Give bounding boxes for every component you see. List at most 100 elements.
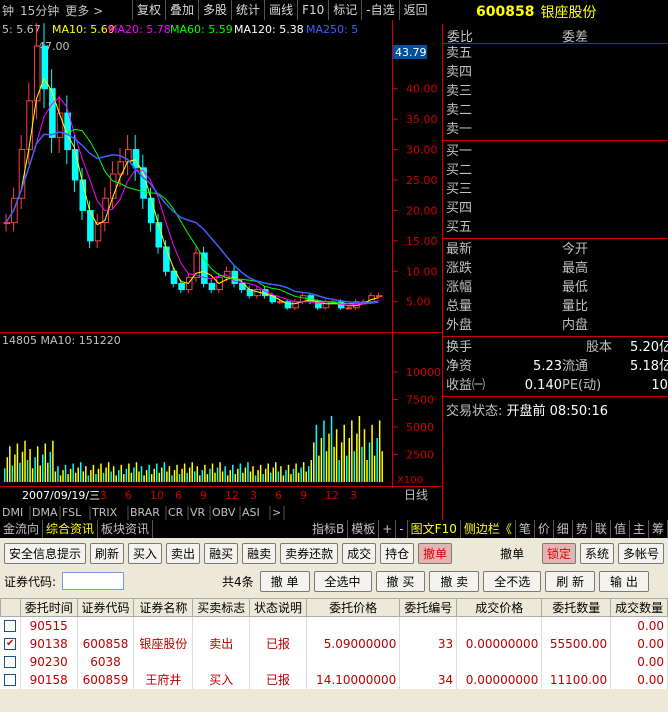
- action-button[interactable]: 全选中: [313, 570, 372, 592]
- table-cell: [399, 652, 458, 671]
- row-checkbox[interactable]: [4, 656, 17, 668]
- draw-line-button[interactable]: 画线: [264, 0, 297, 20]
- trade-button[interactable]: 安全信息提示: [4, 542, 87, 564]
- volume-bar: [168, 466, 171, 482]
- buy1: 买一: [446, 144, 473, 159]
- table-row[interactable]: 90158 600859 王府井 买入 已报 14.10000000 34 0.0000000…: [0, 670, 668, 689]
- table-cell: 0.00: [610, 616, 668, 635]
- trade-button[interactable]: 融卖: [242, 542, 277, 564]
- trade-button[interactable]: 买入: [128, 542, 163, 564]
- row-checkbox-cell[interactable]: ✔: [0, 634, 21, 653]
- table-row[interactable]: 90230 6038 0.00: [0, 652, 668, 671]
- action-button[interactable]: 全不选: [483, 570, 542, 592]
- column-header[interactable]: 证券代码: [76, 598, 135, 617]
- multi-stock-button[interactable]: 多股: [198, 0, 231, 20]
- indicator-tab: DMI: [2, 506, 23, 519]
- overlay-button[interactable]: 叠加: [165, 0, 198, 20]
- trade-button[interactable]: 撤单: [418, 542, 453, 564]
- stat-label: PE(动): [562, 378, 602, 393]
- row-checkbox-cell[interactable]: [0, 652, 21, 671]
- bottom-tab[interactable]: +: [379, 520, 397, 538]
- column-header[interactable]: 状态说明: [249, 598, 307, 617]
- stat-value: [612, 259, 668, 278]
- code-input[interactable]: [62, 572, 125, 590]
- bottom-tab[interactable]: 模板: [348, 520, 380, 538]
- trade-button[interactable]: 融买: [204, 542, 239, 564]
- trade-button[interactable]: 卖出: [166, 542, 201, 564]
- bottom-tab[interactable]: 笔: [516, 520, 535, 538]
- action-buttons: 撤 单全选中撤 买撤 卖全不选刷 新输 出: [259, 570, 649, 592]
- volume-bar: [280, 466, 282, 482]
- period-button-15m[interactable]: 15分钟: [20, 2, 59, 19]
- row-checkbox-cell[interactable]: [0, 616, 21, 635]
- bottom-tab[interactable]: 主: [630, 520, 649, 538]
- price-tick-label: 20.00: [406, 204, 438, 217]
- period-button-1[interactable]: 钟: [2, 2, 14, 19]
- volume-bar: [6, 457, 9, 482]
- trade-button[interactable]: 卖券还款: [280, 542, 339, 564]
- bottom-tab[interactable]: 图文F10: [408, 520, 461, 538]
- volume-bar: [325, 451, 328, 482]
- volume-bar: [176, 464, 178, 482]
- stat-label: 换手: [446, 340, 473, 355]
- bottom-tab[interactable]: 联: [592, 520, 611, 538]
- bottom-tab[interactable]: 细: [554, 520, 573, 538]
- column-header[interactable]: 成交价格: [456, 598, 543, 617]
- action-button[interactable]: 撤 单: [259, 570, 310, 592]
- volume-bar: [292, 468, 295, 482]
- action-button[interactable]: 刷 新: [545, 570, 596, 592]
- table-row[interactable]: ✔ 90138 600858 银座股份 卖出 已报 5.09000000 33 0.000000…: [0, 634, 668, 653]
- right-button[interactable]: 系统: [579, 542, 614, 564]
- volume-bar: [237, 468, 239, 482]
- trade-button[interactable]: 刷新: [90, 542, 125, 564]
- bottom-tab[interactable]: 筹: [649, 520, 668, 538]
- current-price-label: 43.79: [395, 46, 427, 59]
- column-header[interactable]: 委托时间: [19, 598, 78, 617]
- volume-bar: [128, 463, 130, 482]
- trade-button[interactable]: 成交: [342, 542, 377, 564]
- bottom-tab[interactable]: 价: [535, 520, 554, 538]
- table-row[interactable]: 90515 0.00: [0, 616, 668, 635]
- bottom-tab[interactable]: 值: [611, 520, 630, 538]
- trade-button[interactable]: 持仓: [380, 542, 415, 564]
- table-cell: [77, 616, 135, 635]
- add-watchlist-button[interactable]: -自选: [361, 0, 398, 20]
- volume-bar: [267, 463, 269, 482]
- row-checkbox-cell[interactable]: [0, 670, 21, 689]
- back-button[interactable]: 返回: [398, 0, 432, 20]
- column-header[interactable]: 委托编号: [399, 598, 458, 617]
- column-header[interactable]: 证券名称: [133, 598, 194, 617]
- action-button[interactable]: 撤 卖: [429, 570, 480, 592]
- column-header[interactable]: 委托数量: [541, 598, 612, 617]
- kline-chart[interactable]: 5: 5.67 MA10: 5.69 MA20: 5.78 MA60: 5.59…: [0, 20, 442, 520]
- right-button[interactable]: 多帐号: [617, 542, 664, 564]
- volume-bar: [308, 466, 310, 482]
- action-button[interactable]: 输 出: [599, 570, 649, 592]
- column-header[interactable]: 成交数量: [610, 598, 668, 617]
- chart-svg[interactable]: 5: 5.67 MA10: 5.69 MA20: 5.78 MA60: 5.59…: [0, 20, 442, 520]
- volume-bar: [90, 470, 92, 482]
- bottom-tab[interactable]: 金流向: [0, 520, 44, 538]
- bottom-tab[interactable]: 侧边栏《: [461, 520, 516, 538]
- table-cell: 90515: [20, 616, 78, 635]
- right-button[interactable]: 锁定: [541, 542, 576, 564]
- table-cell: 6038: [77, 652, 135, 671]
- action-button[interactable]: 撤 买: [375, 570, 426, 592]
- fuquan-button[interactable]: 复权: [132, 0, 165, 20]
- bottom-tab[interactable]: 势: [573, 520, 592, 538]
- volume-tick-label: 5000: [406, 421, 434, 434]
- more-button[interactable]: 更多 >: [65, 2, 103, 19]
- bottom-tab[interactable]: -: [396, 520, 408, 538]
- column-header[interactable]: 买卖标志: [192, 598, 251, 617]
- f10-button[interactable]: F10: [297, 0, 328, 20]
- bottom-tab[interactable]: 指标B: [309, 520, 349, 538]
- row-checkbox[interactable]: ✔: [4, 638, 17, 650]
- row-checkbox[interactable]: [4, 620, 17, 633]
- stats-button[interactable]: 统计: [231, 0, 264, 20]
- bottom-tab[interactable]: 板块资讯: [98, 520, 154, 538]
- bottom-tab[interactable]: 综合资讯: [43, 520, 99, 538]
- column-header[interactable]: 委托价格: [305, 598, 401, 617]
- row-checkbox[interactable]: [4, 674, 17, 686]
- mark-button[interactable]: 标记: [328, 0, 361, 20]
- status-value: 开盘前 08:50:16: [506, 404, 609, 419]
